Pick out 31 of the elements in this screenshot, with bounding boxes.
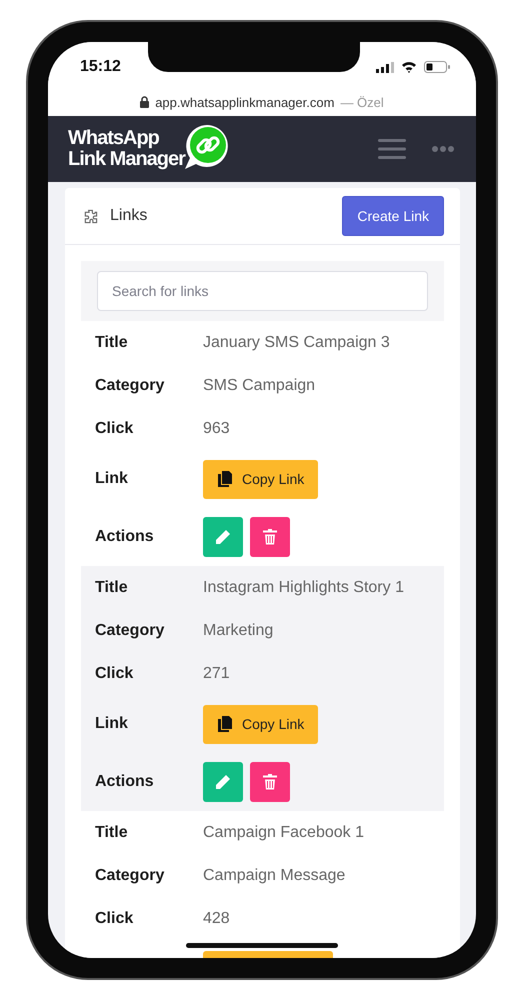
address-url[interactable]: app.whatsapplinkmanager.com: [155, 94, 334, 110]
field-label: Actions: [95, 528, 155, 546]
field-label: Title: [95, 334, 129, 352]
field-label: Title: [95, 578, 129, 596]
field-label: Title: [95, 824, 129, 842]
field-value: Campaign Message: [203, 866, 346, 884]
logo-text[interactable]: WhatsApp Link Manager: [68, 128, 185, 170]
private-label: — Özel: [340, 94, 384, 110]
search-field[interactable]: Search for links: [97, 271, 428, 311]
panel-title: Links: [110, 207, 148, 225]
field-label: Category: [95, 376, 166, 394]
field-label: Click: [95, 420, 134, 438]
create-link-button[interactable]: Create Link: [342, 196, 444, 236]
field-value: Instagram Highlights Story 1: [203, 578, 404, 596]
field-label: Click: [95, 664, 134, 682]
field-value: 271: [203, 664, 230, 682]
field-value: 428: [203, 910, 230, 928]
field-label: Link: [95, 715, 129, 733]
copy-link-button[interactable]: Copy Link: [203, 704, 318, 744]
status-time: 15:12: [80, 58, 121, 76]
field-value: Campaign Facebook 1: [203, 824, 364, 842]
field-label: Link: [95, 470, 129, 488]
field-label: Category: [95, 622, 166, 640]
field-label: Click: [95, 910, 134, 928]
field-label: Actions: [95, 773, 155, 791]
field-value: Marketing: [203, 622, 274, 640]
field-value: 963: [203, 420, 230, 438]
field-label: Category: [95, 866, 166, 884]
field-value: SMS Campaign: [203, 376, 316, 394]
field-value: January SMS Campaign 3: [203, 334, 390, 352]
copy-link-button[interactable]: Copy Link: [203, 460, 318, 498]
